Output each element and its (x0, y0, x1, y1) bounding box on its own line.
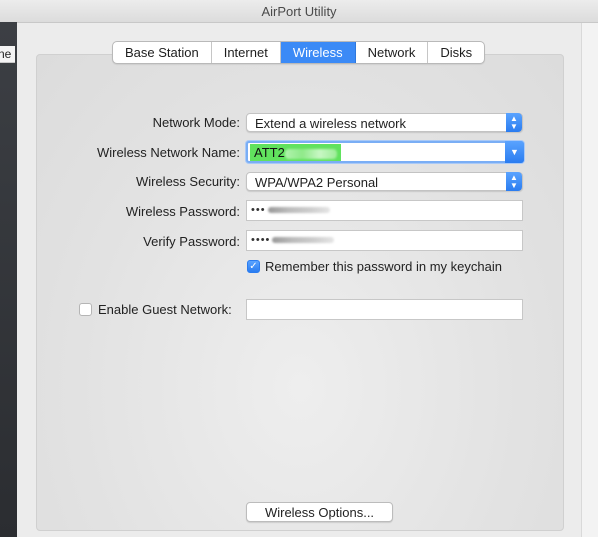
redacted-text-blur (267, 207, 330, 214)
wireless-security-popup[interactable]: WPA/WPA2 Personal ▲ ▼ (246, 172, 523, 191)
wireless-options-button[interactable]: Wireless Options... (246, 502, 393, 522)
window-right-edge (581, 23, 598, 537)
wireless-password-dots: ••• (251, 204, 266, 216)
wireless-security-value: WPA/WPA2 Personal (255, 175, 379, 190)
wireless-password-label: Wireless Password: (125, 204, 240, 219)
chevron-down-icon[interactable]: ▼ (505, 141, 524, 163)
settings-panel: Network Mode: Extend a wireless network … (36, 54, 564, 531)
tab-bar: Base Station Internet Wireless Network D… (112, 41, 486, 64)
network-mode-value: Extend a wireless network (255, 116, 407, 131)
guest-network-name-field[interactable] (246, 299, 523, 320)
wireless-network-name-value: ATT2 (250, 144, 341, 161)
verify-password-label: Verify Password: (143, 234, 240, 249)
wireless-network-name-combobox[interactable]: ATT2 ▼ (246, 141, 524, 163)
title-bar: AirPort Utility (0, 0, 598, 23)
network-mode-popup[interactable]: Extend a wireless network ▲ ▼ (246, 113, 523, 132)
airport-utility-window: Base Station Internet Wireless Network D… (17, 23, 581, 537)
remember-password-label: Remember this password in my keychain (265, 259, 502, 274)
tab-internet[interactable]: Internet (212, 42, 281, 63)
checkmark-icon: ✓ (249, 261, 258, 272)
wireless-network-name-text: ATT2 (254, 145, 285, 160)
network-mode-label: Network Mode: (152, 115, 240, 130)
wireless-network-name-label: Wireless Network Name: (96, 145, 240, 160)
background-window-text: ne (0, 46, 15, 63)
wireless-password-field[interactable]: ••• (246, 200, 523, 221)
redacted-text-blur (284, 148, 337, 159)
wireless-security-label: Wireless Security: (135, 174, 240, 189)
verify-password-field[interactable]: •••• (246, 230, 523, 251)
window-title: AirPort Utility (261, 4, 337, 19)
verify-password-dots: •••• (251, 234, 271, 246)
tab-disks[interactable]: Disks (428, 42, 484, 63)
enable-guest-network-label: Enable Guest Network: (98, 302, 232, 317)
redacted-text-blur (272, 237, 335, 244)
remember-password-checkbox[interactable]: ✓ (247, 260, 260, 273)
tab-wireless[interactable]: Wireless (280, 42, 356, 63)
tab-base-station[interactable]: Base Station (113, 42, 212, 63)
enable-guest-network-checkbox[interactable] (79, 303, 92, 316)
up-down-arrows-icon: ▲ ▼ (506, 113, 522, 132)
up-down-arrows-icon: ▲ ▼ (506, 172, 522, 191)
background-window: ne (0, 22, 17, 537)
tab-network[interactable]: Network (356, 42, 429, 63)
